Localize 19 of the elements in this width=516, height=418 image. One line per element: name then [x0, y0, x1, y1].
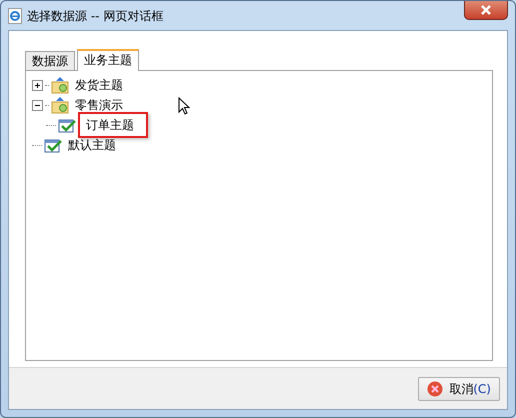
close-icon — [480, 5, 492, 15]
browser-icon — [8, 8, 22, 24]
tree-item[interactable]: 订单主题 — [78, 112, 148, 138]
cancel-button[interactable]: 取消(C) — [418, 376, 500, 400]
checked-table-icon — [58, 118, 76, 132]
tab[interactable]: 数据源 — [25, 51, 75, 70]
tree-item[interactable]: 发货主题 — [71, 75, 127, 95]
collapse-toggle[interactable] — [32, 100, 43, 110]
close-button[interactable] — [464, 1, 508, 20]
tree-item[interactable]: 默认主题 — [64, 135, 120, 155]
tab[interactable]: 业务主题 — [77, 49, 139, 71]
folder-icon — [51, 76, 69, 94]
cancel-icon — [427, 380, 444, 396]
checked-table-icon — [44, 138, 62, 152]
expand-toggle[interactable] — [32, 80, 43, 90]
folder-icon — [51, 96, 69, 114]
cursor-icon — [178, 97, 190, 115]
tree-item[interactable]: 零售演示 — [71, 95, 127, 115]
window-title: 选择数据源 -- 网页对话框 — [27, 8, 164, 24]
